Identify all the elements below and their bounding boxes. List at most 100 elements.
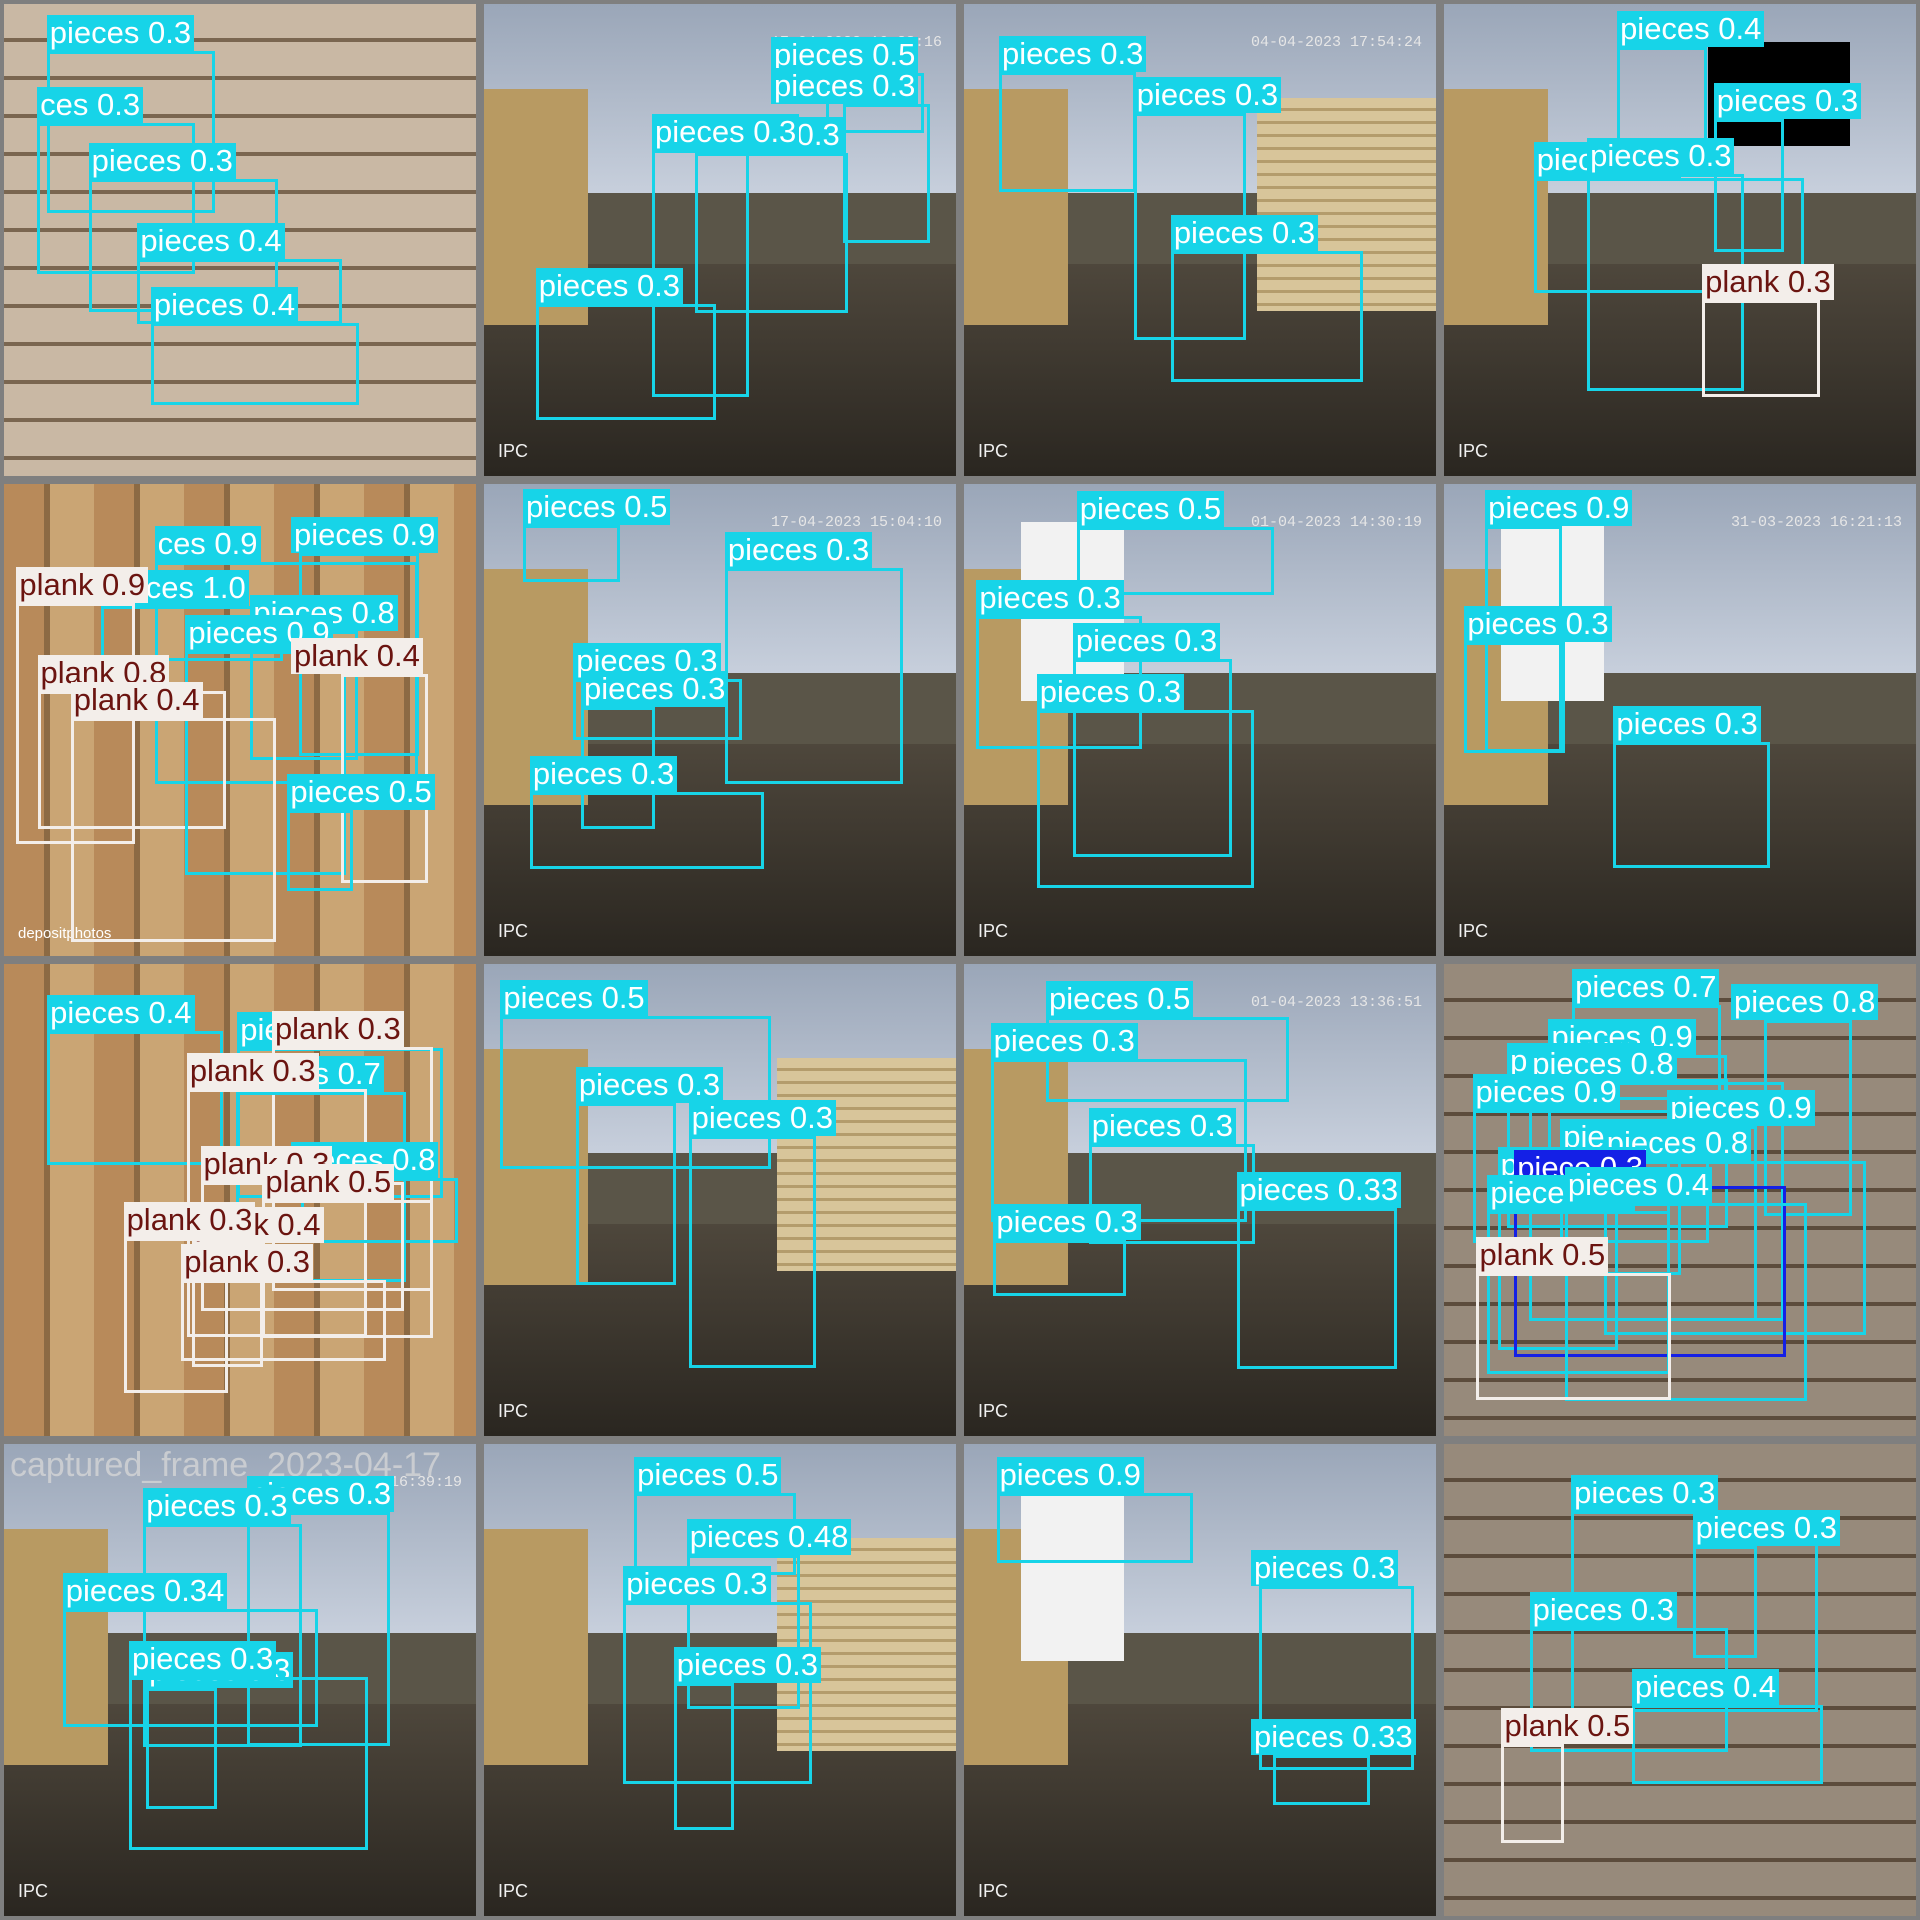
corner-mark: IPC — [498, 441, 529, 461]
detection-label: pieces 0.3 — [1464, 606, 1612, 643]
mosaic-tile: depositphotos pieces 0.9 ces 0.9 pieces 1.0… — [4, 484, 476, 956]
detection-box — [1236, 1208, 1397, 1369]
detection-label: pieces 0.5 — [1076, 491, 1225, 528]
detection-box — [1501, 1744, 1565, 1844]
detection-label: pieces 0.3 — [88, 143, 236, 180]
detection-box — [843, 104, 930, 244]
mosaic-tile: IPCpieces 0.4pieces 0.3pieces 0.3pieces … — [1444, 4, 1916, 476]
detection-box — [575, 1103, 677, 1285]
detection-label: pieces 0.5 — [1046, 980, 1194, 1017]
detection-label: pieces 0.3 — [771, 68, 919, 105]
detection-box — [1476, 1273, 1671, 1400]
corner-mark: IPC — [978, 441, 1009, 461]
timestamp: 17-04-2023 15:04:10 — [770, 514, 942, 531]
detection-label: ces 0.3 — [37, 86, 144, 123]
detection-box — [1617, 46, 1707, 142]
detection-box — [1272, 1754, 1370, 1806]
detection-mosaic: pieces 0.3 ces 0.3 pieces 0.3 pieces 0.4 pie… — [0, 0, 1920, 1920]
detection-label: pieces 0.3 — [535, 267, 684, 304]
detection-label: plank 0.9 — [16, 567, 149, 604]
timestamp: 04-04-2023 17:54:24 — [1250, 34, 1422, 51]
detection-box — [1170, 251, 1364, 382]
detection-label: pieces 0.3 — [529, 755, 678, 792]
detection-label: pieces 0.3 — [1571, 1475, 1719, 1512]
timestamp: 01-04-2023 14:30:19 — [1250, 514, 1422, 531]
detection-box — [673, 1682, 734, 1830]
detection-label: pieces 0.3 — [724, 531, 873, 568]
corner-mark: IPC — [498, 921, 529, 941]
detection-label: pieces 0.3 — [1088, 1108, 1237, 1145]
detection-box — [996, 1493, 1193, 1564]
detection-label: pieces 0.4 — [150, 286, 299, 323]
detection-label: pieces 0.3 — [1692, 1509, 1840, 1546]
detection-label: plank 0.4 — [291, 638, 423, 675]
detection-label: pieces 0.5 — [634, 1457, 782, 1494]
detection-box — [70, 718, 276, 943]
detection-label: plank 0.5 — [1476, 1237, 1609, 1274]
detection-box — [529, 791, 764, 870]
detection-label: pieces 0.3 — [688, 1100, 836, 1137]
detection-box — [1036, 710, 1255, 889]
detection-label: pieces 0.3 — [999, 35, 1147, 72]
detection-label: pieces 0.33 — [1251, 1718, 1416, 1755]
detection-label: pieces 0.3 — [651, 113, 800, 150]
detection-box — [1631, 1705, 1823, 1784]
detection-label: pieces 0.3 — [623, 1565, 771, 1602]
detection-box — [688, 1136, 816, 1368]
detection-box — [123, 1237, 228, 1394]
detection-label: pieces 0.3 — [1133, 76, 1282, 113]
detection-label: pieces 0.3 — [673, 1646, 822, 1683]
detection-box — [993, 1240, 1127, 1296]
detection-label: pieces 0.3 — [46, 15, 195, 52]
detection-label: pieces 0.9 — [1485, 490, 1633, 527]
timestamp: 01-04-2023 13:36:51 — [1250, 994, 1422, 1011]
corner-mark: IPC — [18, 1881, 49, 1901]
wall-panel — [1444, 88, 1548, 325]
detection-label: pieces 0.4 — [137, 223, 285, 260]
detection-label: pieces 0.3 — [1529, 1591, 1677, 1628]
detection-box — [1702, 299, 1821, 397]
detection-label: plank 0.5 — [262, 1163, 395, 1200]
timestamp: 31-03-2023 16:21:13 — [1730, 514, 1902, 531]
detection-label: pieces 0.48 — [686, 1518, 852, 1555]
detection-label: pieces 0.8 — [1731, 984, 1879, 1021]
detection-box — [287, 809, 353, 891]
detection-label: pieces 0.3 — [990, 1022, 1138, 1059]
detection-label: pieces 0.4 — [1617, 10, 1765, 47]
wall-panel — [484, 1528, 588, 1765]
detection-label: pieces 0.9 — [1472, 1074, 1620, 1111]
detection-label: pieces 0.3 — [1036, 674, 1185, 711]
detection-label: pieces 0.4 — [1564, 1166, 1713, 1203]
mosaic-tile: pieces 0.7pieces 0.8pieces 0.9pieces 0.9… — [1444, 964, 1916, 1436]
mosaic-tile: pieces 0.4pieces 0.3plank 0.3pieces 0.7p… — [4, 964, 476, 1436]
detection-label: pieces 0.3 — [1713, 83, 1862, 120]
detection-label: pieces 0.9 — [291, 517, 439, 554]
detection-label: pieces 0.4 — [1631, 1669, 1780, 1706]
mosaic-tile: 17-04-2023 16:38:16IPCpieces 0.5pieces 0… — [484, 4, 956, 476]
detection-label: pieces 0.4 — [47, 994, 195, 1031]
detection-label: pieces 0.34 — [62, 1572, 228, 1609]
detection-label: plank 0.4 — [70, 682, 203, 719]
detection-box — [523, 524, 621, 583]
detection-label: pieces 0.9 — [996, 1457, 1144, 1494]
mosaic-tile: 31-03-2023 16:21:13 IPC pieces 0.9 pieces 0… — [1444, 484, 1916, 956]
detection-label: plank 0.3 — [186, 1052, 319, 1089]
mosaic-tile: pieces 0.3 ces 0.3 pieces 0.3 pieces 0.4 pie… — [4, 4, 476, 476]
detection-label: plank 0.5 — [1501, 1708, 1634, 1745]
detection-label: plank 0.3 — [1702, 263, 1834, 300]
detection-label: pieces 0.3 — [128, 1640, 277, 1677]
mosaic-tile: 01-04-2023 13:36:51 IPC pieces 0.5 pieces 0… — [964, 964, 1436, 1436]
detection-label: pieces 0.3 — [1170, 215, 1319, 252]
mosaic-tile: 04-04-2023 17:54:24 IPC pieces 0.3 pieces 0… — [964, 4, 1436, 476]
detection-label: pieces 0.3 — [976, 580, 1124, 617]
detection-label: pieces 0.3 — [993, 1204, 1141, 1241]
corner-mark: IPC — [498, 1881, 529, 1901]
corner-mark: IPC — [1458, 921, 1489, 941]
detection-label: plank 0.3 — [271, 1011, 404, 1048]
detection-label: pieces 0.5 — [287, 773, 435, 810]
detection-label: pieces 0.3 — [1587, 137, 1735, 174]
corner-mark: IPC — [978, 921, 1009, 941]
mosaic-tile: IPC pieces 0.5 pieces 0.3 pieces 0.3 — [484, 964, 956, 1436]
detection-label: pieces 0.5 — [500, 979, 648, 1016]
mosaic-tile: IPC pieces 0.9 pieces 0.3 pieces 0.33 — [964, 1444, 1436, 1916]
